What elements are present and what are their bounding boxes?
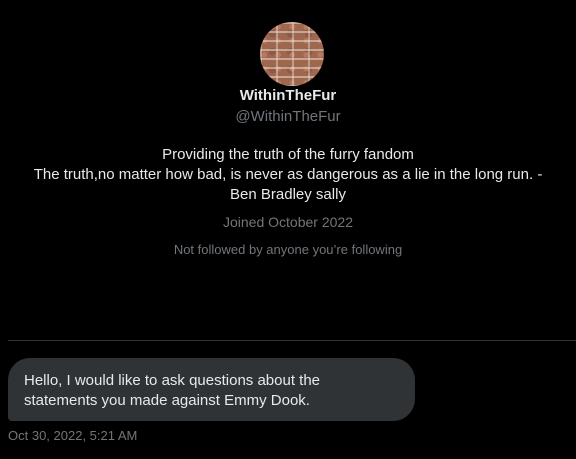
user-handle[interactable]: @WithinTheFur — [0, 108, 576, 125]
message-timestamp: Oct 30, 2022, 5:21 AM — [8, 428, 138, 443]
bio-line: Providing the truth of the furry fandom — [162, 146, 414, 163]
message-text-line: Hello, I would like to ask questions abo… — [24, 372, 321, 389]
profile-bio: Providing the truth of the furry fandom … — [0, 145, 576, 205]
display-name[interactable]: WithinTheFur — [0, 87, 576, 104]
followers-you-know[interactable]: Not followed by anyone you’re following — [0, 242, 576, 257]
divider — [8, 340, 576, 341]
bio-line: Ben Bradley sally — [230, 186, 346, 203]
bio-line: The truth,no matter how bad, is never as… — [33, 166, 543, 183]
message-text-line: statements you made against Emmy Dook. — [24, 392, 310, 409]
message-bubble[interactable]: Hello, I would like to ask questions abo… — [8, 358, 415, 421]
joined-date: Joined October 2022 — [223, 214, 353, 230]
avatar[interactable] — [260, 22, 324, 86]
